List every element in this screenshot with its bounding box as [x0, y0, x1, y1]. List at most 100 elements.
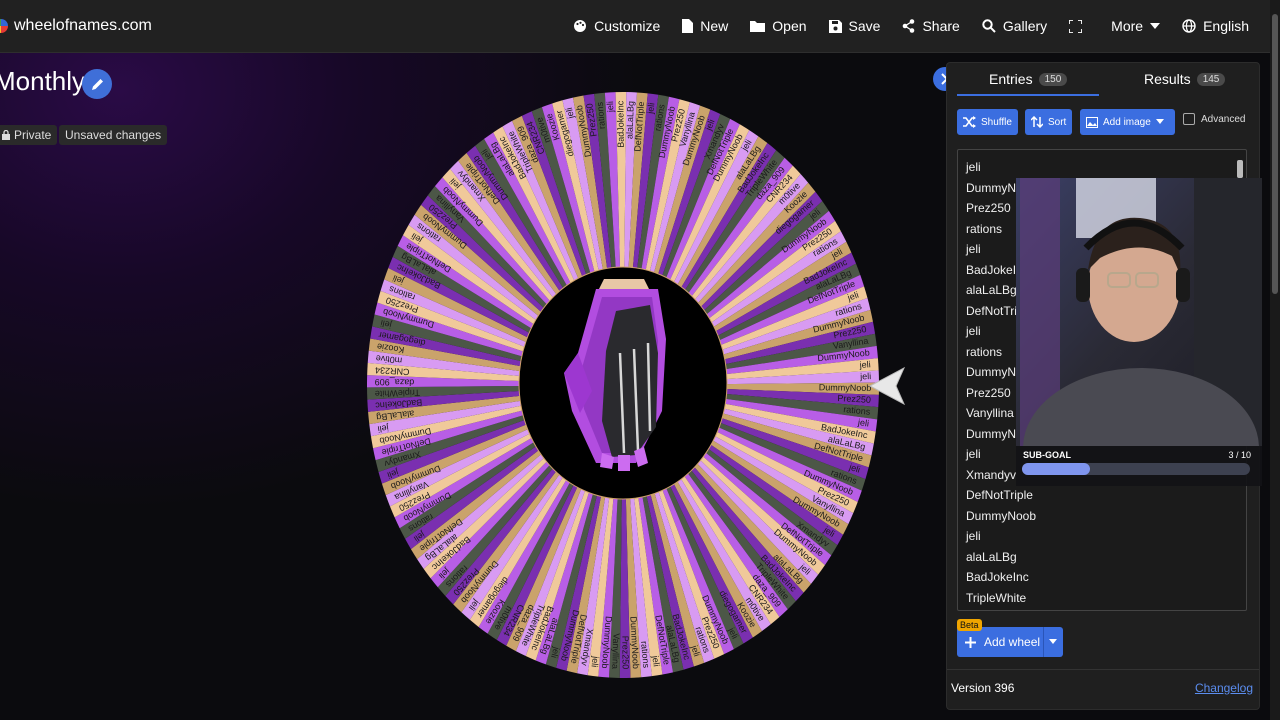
- share-icon: [903, 19, 915, 33]
- edit-title-button[interactable]: [82, 69, 112, 99]
- entry-line[interactable]: BadJokeInc: [966, 570, 1029, 584]
- language-label: English: [1203, 18, 1249, 34]
- save-icon: [828, 19, 842, 33]
- plus-icon: [965, 636, 976, 648]
- entry-line[interactable]: jeli: [966, 529, 981, 543]
- fullscreen-button[interactable]: [1058, 0, 1100, 52]
- language-button[interactable]: English: [1171, 0, 1260, 52]
- customize-button[interactable]: Customize: [562, 0, 671, 52]
- results-count-badge: 145: [1196, 72, 1226, 86]
- new-button[interactable]: New: [671, 0, 739, 52]
- entry-line[interactable]: DummyN: [966, 181, 1016, 195]
- page-scroll-thumb[interactable]: [1272, 14, 1278, 294]
- page-scrollbar[interactable]: [1270, 0, 1280, 720]
- shuffle-icon: [963, 116, 976, 128]
- split-divider: [1043, 627, 1044, 657]
- entries-scroll-thumb[interactable]: [1237, 160, 1243, 178]
- wheel-segment-label: TripleWhite: [375, 388, 420, 399]
- advanced-toggle[interactable]: Advanced: [1183, 113, 1245, 125]
- subgoal-count: 3 / 10: [1228, 450, 1251, 460]
- tab-entries-label: Entries: [989, 71, 1033, 87]
- wheel-area[interactable]: jeli DummyNoob Prez250 rations jeli BadJokeIn…: [366, 91, 881, 679]
- entry-line[interactable]: Vanyllina: [966, 406, 1014, 420]
- caret-down-icon: [1150, 23, 1161, 29]
- brand-name: wheelofnames.com: [14, 17, 152, 34]
- entry-line[interactable]: Prez250: [966, 386, 1011, 400]
- entry-line[interactable]: BadJokeI: [966, 263, 1016, 277]
- unsaved-label: Unsaved changes: [65, 128, 162, 142]
- sort-label: Sort: [1048, 116, 1067, 128]
- open-label: Open: [772, 18, 807, 34]
- entry-line[interactable]: DummyN: [966, 427, 1016, 441]
- entry-line[interactable]: DummyN: [966, 365, 1016, 379]
- share-button[interactable]: Share: [891, 0, 970, 52]
- gallery-label: Gallery: [1002, 18, 1048, 34]
- wheel-segment-label: jeli: [605, 101, 616, 113]
- entry-line[interactable]: alaLaLBg: [966, 550, 1017, 564]
- shuffle-label: Shuffle: [981, 116, 1012, 128]
- entry-line[interactable]: DummyNoob: [966, 509, 1036, 523]
- active-tab-indicator: [957, 94, 1099, 96]
- entry-line[interactable]: rations: [966, 345, 1002, 359]
- entry-line[interactable]: Prez250: [966, 201, 1011, 215]
- add-wheel-button[interactable]: Add wheel: [957, 627, 1063, 657]
- save-button[interactable]: Save: [818, 0, 892, 52]
- entry-line[interactable]: DefNotTri: [966, 304, 1017, 318]
- version-label: Version 396: [951, 681, 1015, 695]
- caret-down-icon: [1155, 119, 1164, 124]
- entry-line[interactable]: jeli: [966, 242, 981, 256]
- search-icon: [982, 19, 996, 33]
- streamer-image: [1016, 178, 1262, 446]
- entry-line[interactable]: Xmandyv: [966, 468, 1016, 482]
- entry-line[interactable]: jeli: [966, 160, 981, 174]
- wheel-logo-icon: [0, 19, 8, 33]
- share-label: Share: [922, 18, 960, 34]
- advanced-checkbox[interactable]: [1183, 113, 1195, 125]
- folder-icon: [750, 21, 766, 32]
- changelog-link[interactable]: Changelog: [1195, 681, 1253, 695]
- globe-icon: [1182, 19, 1196, 33]
- more-label: More: [1111, 18, 1144, 34]
- entry-line[interactable]: jeli: [966, 447, 981, 461]
- customize-label: Customize: [594, 18, 661, 34]
- pencil-icon: [91, 78, 103, 90]
- gallery-button[interactable]: Gallery: [971, 0, 1058, 52]
- wheel-segment-label: CNR234: [375, 365, 410, 377]
- subgoal-progress-bar: [1022, 463, 1250, 475]
- more-button[interactable]: More: [1100, 0, 1171, 52]
- entry-line[interactable]: jeli: [966, 324, 981, 338]
- shuffle-button[interactable]: Shuffle: [957, 109, 1018, 135]
- save-label: Save: [848, 18, 881, 34]
- tab-results[interactable]: Results 145: [1144, 71, 1226, 87]
- entry-line[interactable]: alaLaLBg: [966, 283, 1017, 297]
- entry-line[interactable]: rations: [966, 222, 1002, 236]
- entry-line[interactable]: DefNotTriple: [966, 488, 1033, 502]
- subgoal-label: SUB-GOAL: [1023, 450, 1071, 460]
- wheel-segment-label: DummyNoob: [819, 382, 872, 393]
- wheel-segment-label: Prez250: [837, 393, 871, 405]
- webcam-overlay: [1016, 178, 1262, 446]
- add-image-button[interactable]: Add image: [1080, 109, 1175, 135]
- palette-icon: [574, 20, 587, 32]
- image-icon: [1086, 116, 1098, 128]
- top-bar: wheelofnames.com Customize New Open Save…: [0, 0, 1270, 53]
- panel-divider: [947, 669, 1259, 670]
- caret-down-icon[interactable]: [1049, 639, 1057, 645]
- tab-results-label: Results: [1144, 71, 1191, 87]
- visibility-badge[interactable]: Private: [0, 125, 58, 145]
- brand[interactable]: wheelofnames.com: [0, 17, 152, 35]
- beta-badge: Beta: [957, 619, 982, 631]
- entry-line[interactable]: TripleWhite: [966, 591, 1026, 605]
- advanced-label: Advanced: [1201, 113, 1246, 125]
- fullscreen-icon: [1069, 19, 1083, 33]
- panel-tabs: Entries 150 Results 145: [947, 63, 1259, 97]
- wheel-segment-label: jeli: [377, 423, 390, 435]
- sort-button[interactable]: Sort: [1025, 109, 1073, 135]
- top-nav: Customize New Open Save Share Gallery Mo…: [562, 0, 1260, 52]
- wheel-segment-label: daza_909: [375, 377, 415, 388]
- tab-entries[interactable]: Entries 150: [989, 71, 1068, 87]
- open-button[interactable]: Open: [739, 0, 817, 52]
- spin-wheel[interactable]: jeliDummyNoobPrez250rationsjeliBadJokeIn…: [366, 91, 881, 679]
- add-image-label: Add image: [1103, 116, 1151, 128]
- visibility-label: Private: [14, 128, 52, 142]
